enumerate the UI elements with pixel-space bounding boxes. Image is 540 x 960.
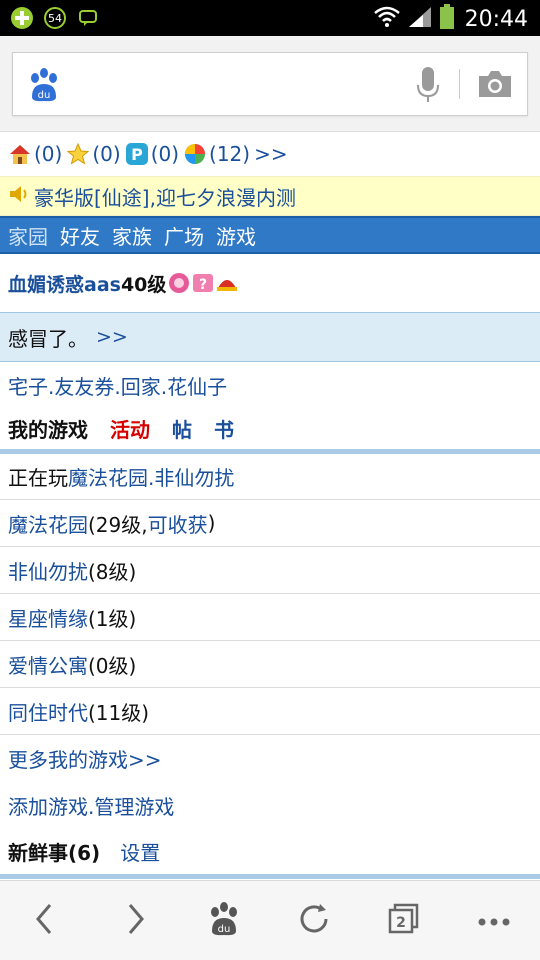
speaker-icon xyxy=(8,184,30,209)
notice-bar[interactable]: 豪华版[仙途],迎七夕浪漫内测 xyxy=(0,176,540,216)
svg-text:du: du xyxy=(38,90,51,101)
counter-value[interactable]: (0) xyxy=(34,142,62,166)
game-row: 爱情公寓 (0级) xyxy=(0,641,540,688)
question-badge-icon: ? xyxy=(192,272,214,294)
now-playing: 正在玩 魔法花园.非仙勿扰 xyxy=(0,454,540,500)
microphone-icon[interactable] xyxy=(415,65,441,105)
star-icon[interactable] xyxy=(66,142,90,166)
tab-post[interactable]: 帖 xyxy=(172,414,192,443)
forward-button[interactable] xyxy=(112,901,160,941)
badge-count: 54 xyxy=(48,12,62,25)
news-settings-link[interactable]: 设置 xyxy=(120,837,160,866)
mood-status: 感冒了。 >> xyxy=(0,312,540,362)
counter-value[interactable]: (0) xyxy=(151,142,179,166)
svg-text:P: P xyxy=(131,145,143,164)
battery-icon xyxy=(439,4,455,34)
search-divider xyxy=(459,69,460,99)
game-row: 魔法花园 (29级, 可收获 ) xyxy=(0,500,540,547)
search-box[interactable]: du xyxy=(12,52,528,116)
nav-item-home[interactable]: 家园 xyxy=(8,221,48,250)
user-level: 40级 xyxy=(120,273,167,296)
games-tabs: 我的游戏 活动 帖 书 xyxy=(0,408,540,454)
signal-icon xyxy=(407,5,433,33)
chevron-left-icon xyxy=(32,901,56,941)
game-level: (8级) xyxy=(88,559,137,584)
svg-text:2: 2 xyxy=(396,915,406,931)
hat-badge-icon xyxy=(216,272,238,294)
status-bar: 54 20:44 xyxy=(0,0,540,36)
more-games-link[interactable]: 更多我的游戏>> xyxy=(8,744,162,773)
plus-badge-icon xyxy=(10,6,34,30)
nav-item-friends[interactable]: 好友 xyxy=(60,221,100,250)
nav-item-plaza[interactable]: 广场 xyxy=(164,221,204,250)
tab-activity[interactable]: 活动 xyxy=(110,414,150,443)
more-games-row: 更多我的游戏>> xyxy=(0,735,540,782)
counters-bar: (0) (0) P (0) (12) >> xyxy=(0,132,540,176)
news-title[interactable]: 新鲜事(6) xyxy=(8,837,100,866)
news-header: 新鲜事(6) 设置 xyxy=(0,829,540,879)
tabs-button[interactable]: 2 xyxy=(380,901,428,941)
game-name[interactable]: 爱情公寓 xyxy=(8,650,88,679)
now-playing-label: 正在玩 xyxy=(8,466,68,490)
browser-search-area: du xyxy=(0,36,540,132)
game-name[interactable]: 同住时代 xyxy=(8,697,88,726)
more-menu-button[interactable] xyxy=(470,901,518,941)
baidu-paw-icon: du xyxy=(27,67,61,103)
mood-text: 感冒了。 xyxy=(8,326,88,351)
refresh-button[interactable] xyxy=(290,901,338,941)
now-playing-games[interactable]: 魔法花园.非仙勿扰 xyxy=(68,462,234,491)
game-level: (0级) xyxy=(88,653,137,678)
tab-book[interactable]: 书 xyxy=(214,414,234,443)
counter-value[interactable]: (0) xyxy=(92,142,120,166)
counter-badge-icon: 54 xyxy=(42,6,68,30)
game-level-suffix: ) xyxy=(207,511,216,535)
quick-links[interactable]: 宅子.友友券.回家.花仙子 xyxy=(0,362,540,408)
clock: 20:44 xyxy=(464,6,528,32)
browser-toolbar: du 2 xyxy=(0,880,540,960)
notice-text[interactable]: 豪华版[仙途],迎七夕浪漫内测 xyxy=(34,182,296,211)
tab-my-games[interactable]: 我的游戏 xyxy=(8,414,88,443)
page-content: (0) (0) P (0) (12) >> 豪华版[仙途],迎七夕浪漫内测 家园… xyxy=(0,132,540,879)
game-name[interactable]: 魔法花园 xyxy=(8,509,88,538)
svg-text:du: du xyxy=(218,924,231,935)
house-icon[interactable] xyxy=(8,142,32,166)
nav-item-family[interactable]: 家族 xyxy=(112,221,152,250)
baidu-home-button[interactable]: du xyxy=(200,901,248,941)
wifi-icon xyxy=(373,5,401,33)
svg-text:?: ? xyxy=(199,277,207,293)
more-dots-icon xyxy=(477,912,511,931)
user-header: 血媚诱惑aas 40级 ? xyxy=(0,254,540,312)
game-row: 非仙勿扰 (8级) xyxy=(0,547,540,594)
chevron-right-icon xyxy=(124,901,148,941)
search-input[interactable] xyxy=(73,65,403,105)
username-link[interactable]: 血媚诱惑aas xyxy=(8,270,121,297)
game-harvest-link[interactable]: 可收获 xyxy=(148,509,208,538)
manage-games-link[interactable]: 添加游戏.管理游戏 xyxy=(8,791,174,820)
game-name[interactable]: 非仙勿扰 xyxy=(8,556,88,585)
vip-badge-icon xyxy=(168,272,190,294)
main-nav: 家园 好友 家族 广场 游戏 xyxy=(0,216,540,254)
game-name[interactable]: 星座情缘 xyxy=(8,603,88,632)
camera-icon[interactable] xyxy=(477,69,513,99)
game-level: (1级) xyxy=(88,606,137,631)
game-row: 星座情缘 (1级) xyxy=(0,594,540,641)
baidu-paw-icon: du xyxy=(207,901,241,941)
game-row: 同住时代 (11级) xyxy=(0,688,540,735)
game-level: (29级, xyxy=(88,512,148,537)
nav-item-games[interactable]: 游戏 xyxy=(216,221,256,250)
tabs-icon: 2 xyxy=(387,903,421,939)
manage-games-row: 添加游戏.管理游戏 xyxy=(0,782,540,829)
ball-icon[interactable] xyxy=(183,142,207,166)
game-level: (11级) xyxy=(88,700,150,725)
mood-more-link[interactable]: >> xyxy=(96,326,128,348)
p-icon[interactable]: P xyxy=(125,142,149,166)
counter-value[interactable]: (12) xyxy=(209,142,250,166)
refresh-icon xyxy=(296,901,332,941)
chat-icon xyxy=(76,6,100,30)
back-button[interactable] xyxy=(20,901,68,941)
counters-more-link[interactable]: >> xyxy=(254,142,288,166)
